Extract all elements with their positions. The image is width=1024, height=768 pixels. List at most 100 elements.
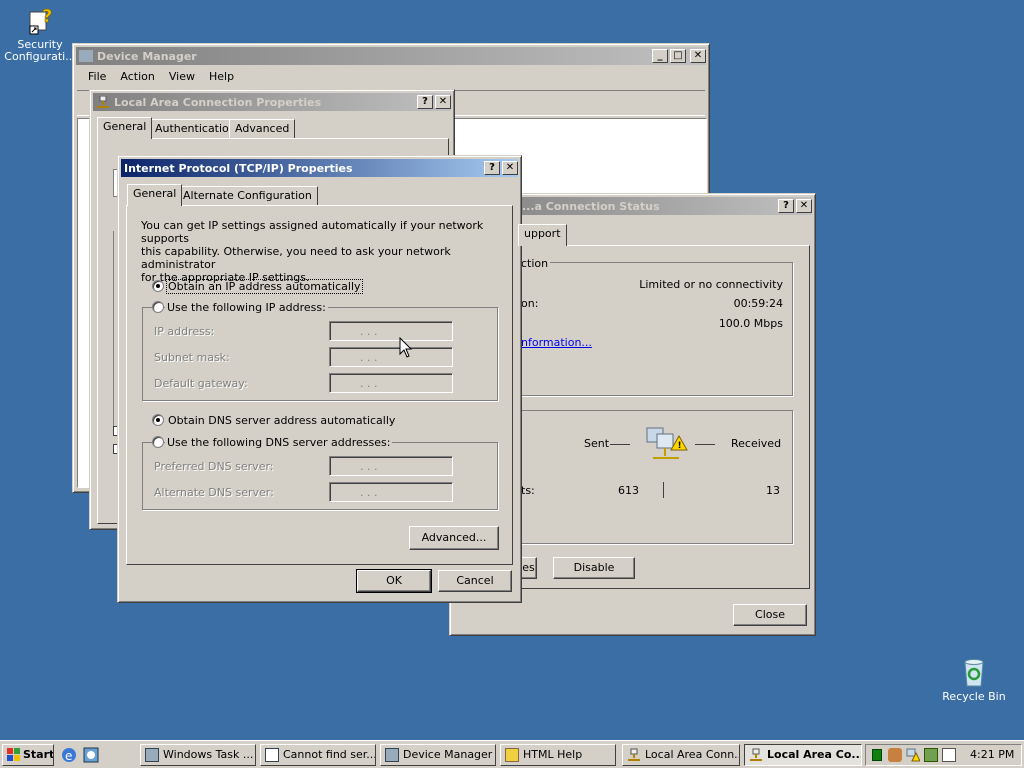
description-text: You can get IP settings assigned automat… bbox=[141, 219, 512, 284]
tcpip-properties-window[interactable]: Internet Protocol (TCP/IP) Properties ? … bbox=[117, 155, 522, 603]
close-button[interactable]: ✕ bbox=[502, 161, 518, 175]
tray-app-icon[interactable] bbox=[924, 748, 938, 762]
received-packets-value: 13 bbox=[766, 484, 780, 497]
tcpip-titlebar[interactable]: Internet Protocol (TCP/IP) Properties ? … bbox=[121, 159, 518, 177]
close-button[interactable]: ✕ bbox=[435, 95, 451, 109]
description-line-1: You can get IP settings assigned automat… bbox=[141, 219, 484, 245]
menu-help[interactable]: Help bbox=[202, 70, 241, 86]
alternate-dns-field[interactable]: . . . bbox=[329, 482, 453, 502]
server-manager-quicklaunch-icon[interactable] bbox=[82, 746, 100, 764]
close-button[interactable]: ✕ bbox=[796, 199, 812, 213]
packets-divider bbox=[663, 482, 664, 498]
obtain-dns-auto-radio[interactable] bbox=[152, 414, 164, 426]
preferred-dns-field[interactable]: . . . bbox=[329, 456, 453, 476]
ip-address-field[interactable]: . . . bbox=[329, 321, 453, 341]
tray-tools-icon[interactable] bbox=[888, 748, 902, 762]
use-following-ip-radio[interactable] bbox=[152, 301, 164, 313]
connection-group-label: ction bbox=[521, 257, 551, 270]
ie-quicklaunch-icon[interactable]: e bbox=[60, 746, 78, 764]
tab-alternate-configuration[interactable]: Alternate Configuration bbox=[177, 186, 318, 206]
packets-label: ts: bbox=[521, 484, 535, 497]
clock[interactable]: 4:21 PM bbox=[970, 748, 1014, 761]
taskbar-item-label: Local Area Conn... bbox=[645, 748, 740, 761]
cancel-button[interactable]: Cancel bbox=[438, 570, 512, 592]
use-following-dns-radio[interactable] bbox=[152, 436, 164, 448]
ip-address-dots: . . . bbox=[360, 325, 378, 338]
advanced-button[interactable]: Advanced... bbox=[409, 526, 499, 550]
tab-support[interactable]: upport bbox=[518, 224, 567, 246]
menu-bar: File Action View Help bbox=[81, 70, 241, 86]
help-button[interactable]: ? bbox=[484, 161, 500, 175]
default-gateway-field[interactable]: . . . bbox=[329, 373, 453, 393]
tray-volume-icon[interactable] bbox=[942, 748, 956, 762]
lan-properties-titlebar[interactable]: Local Area Connection Properties ? ✕ bbox=[93, 93, 451, 111]
obtain-dns-auto-label[interactable]: Obtain DNS server address automatically bbox=[168, 414, 395, 427]
taskbar: Start e Windows Task ... Cannot find ser… bbox=[0, 740, 1024, 768]
taskbar-item-lan-status[interactable]: Local Area Co... bbox=[744, 744, 862, 766]
obtain-ip-auto-radio[interactable] bbox=[152, 280, 164, 292]
tab-authentication[interactable]: Authentication bbox=[149, 119, 242, 139]
svg-text:?: ? bbox=[42, 6, 52, 27]
obtain-ip-auto-label[interactable]: Obtain an IP address automatically bbox=[166, 279, 363, 294]
taskbar-item-task-manager[interactable]: Windows Task ... bbox=[140, 744, 256, 766]
subnet-mask-label: Subnet mask: bbox=[154, 351, 230, 364]
security-config-label: Security Configurati... bbox=[4, 38, 76, 63]
duration-value: 00:59:24 bbox=[733, 297, 783, 310]
speed-value: 100.0 Mbps bbox=[718, 317, 783, 330]
taskbar-item-label: Local Area Co... bbox=[767, 748, 862, 761]
taskbar-item-html-help[interactable]: HTML Help bbox=[500, 744, 616, 766]
received-label: Received bbox=[731, 437, 782, 450]
computer-icon bbox=[385, 748, 399, 762]
recycle-bin-desktop-icon[interactable]: Recycle Bin bbox=[934, 656, 1014, 703]
alternate-dns-label: Alternate DNS server: bbox=[154, 486, 274, 499]
tab-advanced[interactable]: Advanced bbox=[229, 119, 296, 139]
security-configuration-desktop-icon[interactable]: ? Security Configurati... bbox=[0, 4, 80, 63]
task-manager-icon bbox=[145, 748, 159, 762]
help-button[interactable]: ? bbox=[778, 199, 794, 213]
taskbar-item-cannot-find[interactable]: Cannot find ser... bbox=[260, 744, 376, 766]
taskbar-item-lan-properties[interactable]: Local Area Conn... bbox=[622, 744, 740, 766]
menu-action[interactable]: Action bbox=[113, 70, 161, 86]
network-icon bbox=[749, 748, 763, 762]
network-icon bbox=[627, 748, 641, 762]
security-config-icon: ? bbox=[24, 4, 56, 36]
tab-general[interactable]: General bbox=[97, 117, 153, 139]
ok-button[interactable]: OK bbox=[356, 569, 432, 593]
tray-network-warning-icon[interactable] bbox=[906, 748, 921, 762]
tcpip-general-panel: You can get IP settings assigned automat… bbox=[126, 205, 513, 565]
tab-general[interactable]: General bbox=[127, 184, 183, 206]
svg-text:!: ! bbox=[678, 441, 682, 451]
page-icon bbox=[265, 748, 279, 762]
use-following-dns-label[interactable]: Use the following DNS server addresses: bbox=[165, 436, 393, 449]
minimize-button[interactable]: _ bbox=[652, 49, 668, 63]
taskbar-item-label: Cannot find ser... bbox=[283, 748, 376, 761]
window-title: Local Area Connection Properties bbox=[114, 95, 322, 109]
subnet-mask-dots: . . . bbox=[360, 351, 378, 364]
close-status-button[interactable]: Close bbox=[733, 604, 807, 626]
sent-label: Sent bbox=[584, 437, 610, 450]
details-link[interactable]: nformation... bbox=[521, 336, 592, 349]
sent-packets-value: 613 bbox=[618, 484, 639, 497]
start-button[interactable]: Start bbox=[2, 744, 54, 766]
duration-label: on: bbox=[521, 297, 539, 310]
use-following-ip-label[interactable]: Use the following IP address: bbox=[165, 301, 328, 314]
recycle-bin-label: Recycle Bin bbox=[942, 690, 1006, 703]
maximize-button[interactable]: □ bbox=[670, 49, 686, 63]
taskbar-item-device-manager[interactable]: Device Manager bbox=[380, 744, 496, 766]
subnet-mask-field[interactable]: . . . bbox=[329, 347, 453, 367]
disable-button[interactable]: Disable bbox=[553, 557, 635, 579]
default-gateway-dots: . . . bbox=[360, 377, 378, 390]
menu-file[interactable]: File bbox=[81, 70, 113, 86]
tray-green-icon[interactable] bbox=[872, 749, 882, 761]
computer-icon bbox=[79, 50, 93, 62]
network-activity-icon: ! bbox=[643, 424, 691, 464]
help-button[interactable]: ? bbox=[417, 95, 433, 109]
windows-logo-icon bbox=[7, 748, 21, 762]
window-title: Device Manager bbox=[97, 49, 197, 63]
mouse-cursor-icon bbox=[399, 336, 413, 359]
close-button[interactable]: ✕ bbox=[690, 49, 706, 63]
menu-view[interactable]: View bbox=[162, 70, 202, 86]
preferred-dns-dots: . . . bbox=[360, 460, 378, 473]
status-value: Limited or no connectivity bbox=[639, 278, 783, 291]
device-manager-titlebar[interactable]: Device Manager _ □ ✕ bbox=[76, 47, 706, 65]
